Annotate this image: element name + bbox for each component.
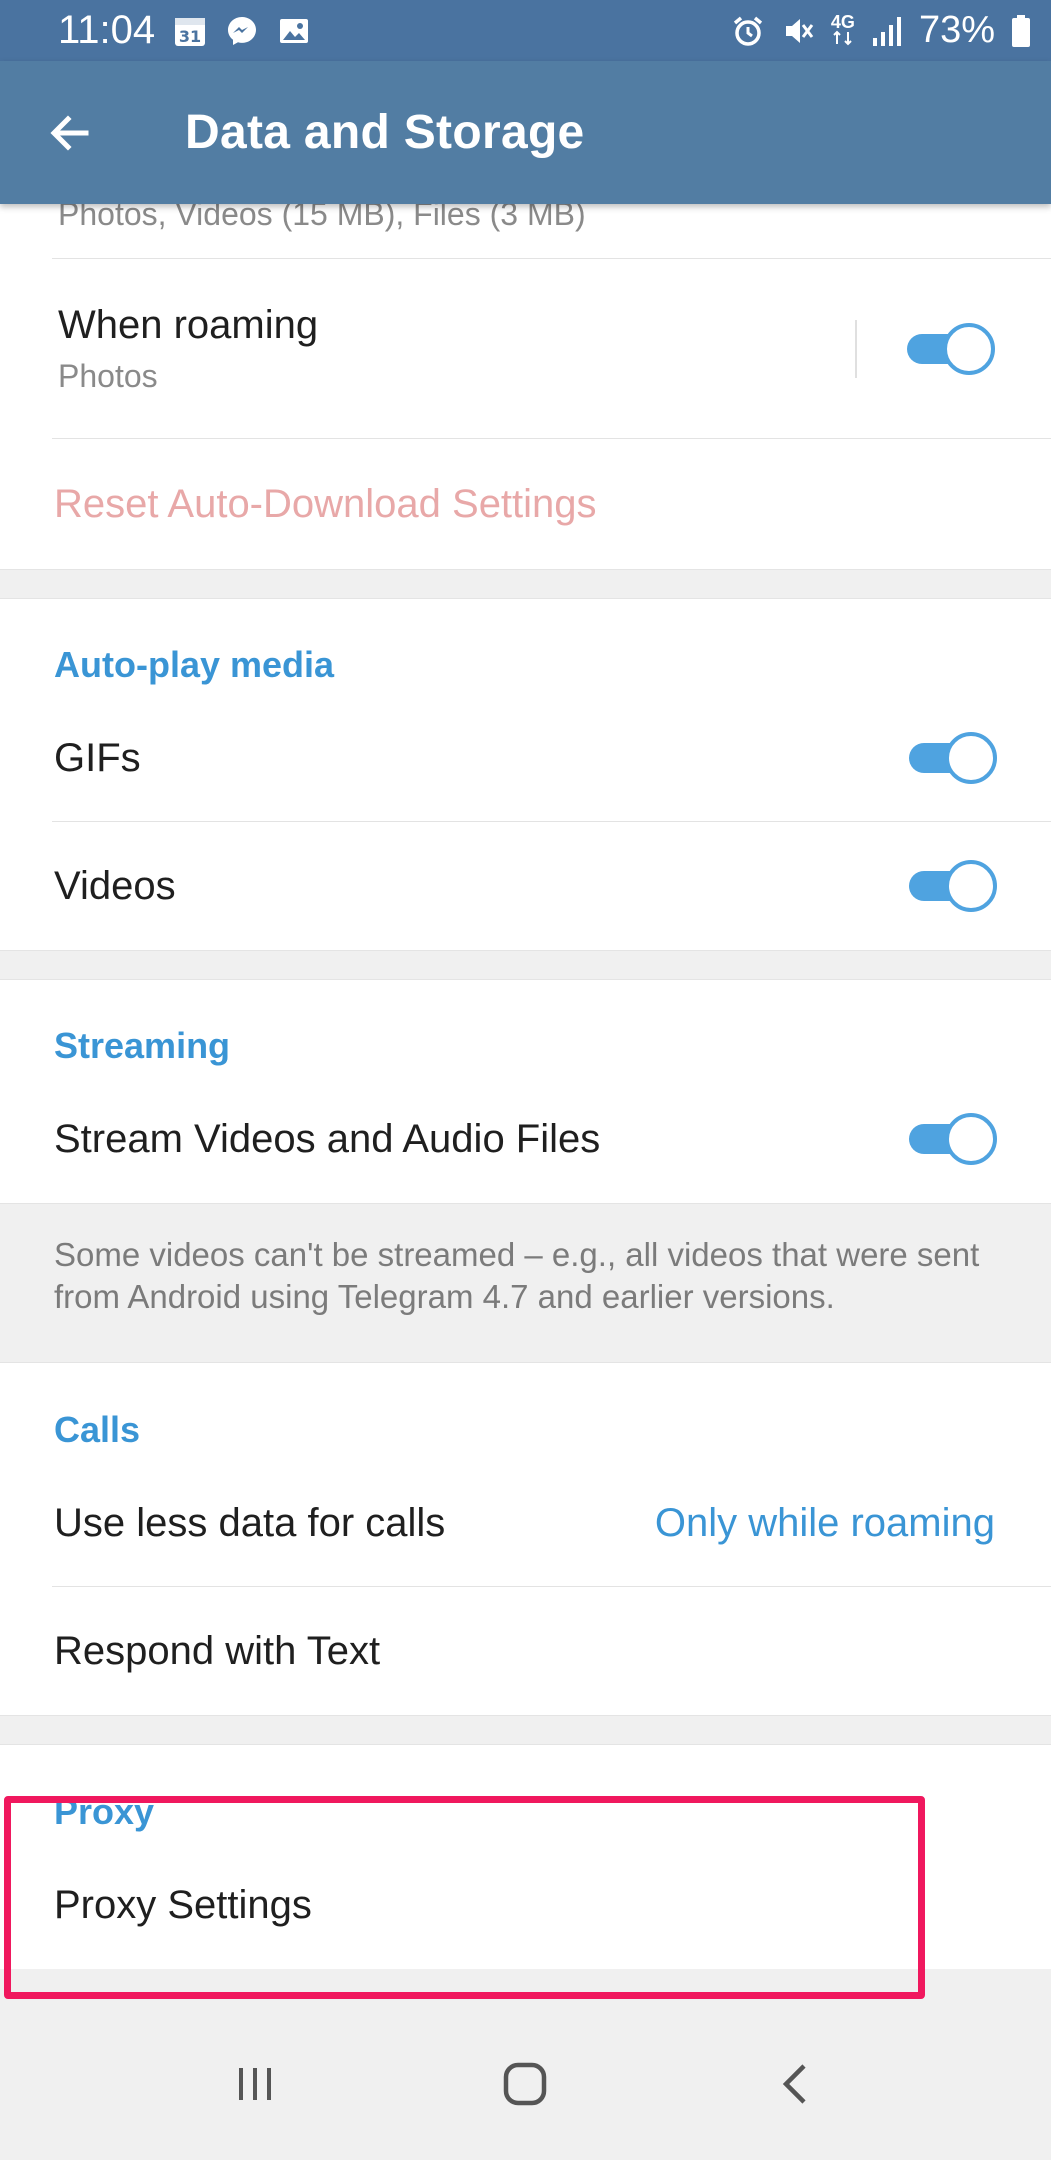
streaming-header-label: Streaming: [54, 1025, 231, 1066]
home-icon: [504, 2062, 547, 2106]
partial-sublabel: Photos, Videos (15 MB), Files (3 MB): [58, 204, 586, 232]
less-data-calls-value: Only while roaming: [654, 1500, 995, 1545]
proxy-section: Proxy Proxy Settings: [0, 1745, 1051, 1969]
proxy-settings-label: Proxy Settings: [54, 1882, 312, 1927]
settings-list[interactable]: Photos, Videos (15 MB), Files (3 MB) Whe…: [0, 204, 1051, 1969]
vertical-separator: [855, 320, 857, 378]
calls-header-label: Calls: [54, 1409, 141, 1450]
streaming-section: Streaming Stream Videos and Audio Files: [0, 980, 1051, 1203]
network-type-icon: 4G: [830, 11, 855, 48]
videos-toggle[interactable]: [909, 860, 997, 912]
section-gap: [0, 1715, 1051, 1745]
stream-videos-row[interactable]: Stream Videos and Audio Files: [0, 1075, 1051, 1203]
streaming-header: Streaming: [0, 980, 1051, 1075]
chevron-left-icon: [782, 2064, 806, 2104]
calendar-day: 31: [179, 27, 201, 46]
proxy-settings-row[interactable]: Proxy Settings: [0, 1841, 1051, 1969]
calendar-icon: 31: [173, 14, 207, 48]
status-time: 11:04: [58, 8, 156, 52]
reset-auto-download-button[interactable]: Reset Auto-Download Settings: [0, 439, 1051, 569]
image-icon: [277, 14, 311, 48]
when-roaming-toggle[interactable]: [907, 323, 995, 375]
page-title: Data and Storage: [185, 106, 585, 159]
arrow-left-icon: [50, 114, 89, 151]
list-item-partial[interactable]: Photos, Videos (15 MB), Files (3 MB): [0, 204, 1051, 259]
mute-icon: [781, 14, 815, 48]
autoplay-gifs-row[interactable]: GIFs: [0, 694, 1051, 822]
section-gap: [0, 569, 1051, 599]
messenger-icon: [225, 14, 259, 48]
reset-auto-download-label: Reset Auto-Download Settings: [54, 481, 597, 526]
app-bar: Data and Storage: [0, 61, 1051, 204]
section-gap: [0, 950, 1051, 980]
stream-videos-toggle[interactable]: [909, 1113, 997, 1165]
calls-header: Calls: [0, 1363, 1051, 1459]
autoplay-header-label: Auto-play media: [54, 644, 335, 685]
signal-icon: [871, 14, 903, 48]
autoplay-section: Auto-play media GIFs Videos: [0, 599, 1051, 950]
battery-icon: [1011, 14, 1031, 48]
network-type: 4G: [830, 11, 855, 32]
gifs-toggle[interactable]: [909, 732, 997, 784]
navigation-bar: [0, 2008, 1051, 2160]
gifs-label: GIFs: [54, 735, 141, 780]
respond-with-text-row[interactable]: Respond with Text: [0, 1587, 1051, 1715]
videos-label: Videos: [54, 863, 176, 908]
streaming-info: Some videos can't be streamed – e.g., al…: [0, 1203, 1051, 1363]
autoplay-header: Auto-play media: [0, 599, 1051, 694]
less-data-calls-row[interactable]: Use less data for calls Only while roami…: [0, 1459, 1051, 1587]
when-roaming-row[interactable]: When roaming Photos: [0, 259, 1051, 439]
recents-icon: [239, 2068, 272, 2100]
alarm-icon: [731, 14, 765, 48]
when-roaming-label: When roaming: [58, 303, 319, 347]
back-button[interactable]: [0, 61, 140, 204]
proxy-header: Proxy: [0, 1745, 1051, 1841]
when-roaming-value: Photos: [58, 358, 158, 394]
battery-percent: 73%: [918, 9, 995, 51]
auto-download-section: Photos, Videos (15 MB), Files (3 MB) Whe…: [0, 204, 1051, 569]
home-button[interactable]: [465, 2024, 585, 2144]
respond-with-text-label: Respond with Text: [54, 1628, 381, 1673]
less-data-calls-label: Use less data for calls: [54, 1500, 446, 1545]
proxy-header-label: Proxy: [54, 1791, 155, 1832]
status-bar: 11:04 31 4G 73%: [0, 0, 1051, 61]
system-back-button[interactable]: [736, 2024, 856, 2144]
calls-section: Calls Use less data for calls Only while…: [0, 1363, 1051, 1715]
stream-videos-label: Stream Videos and Audio Files: [54, 1116, 601, 1161]
recents-button[interactable]: [195, 2024, 315, 2144]
autoplay-videos-row[interactable]: Videos: [0, 822, 1051, 950]
